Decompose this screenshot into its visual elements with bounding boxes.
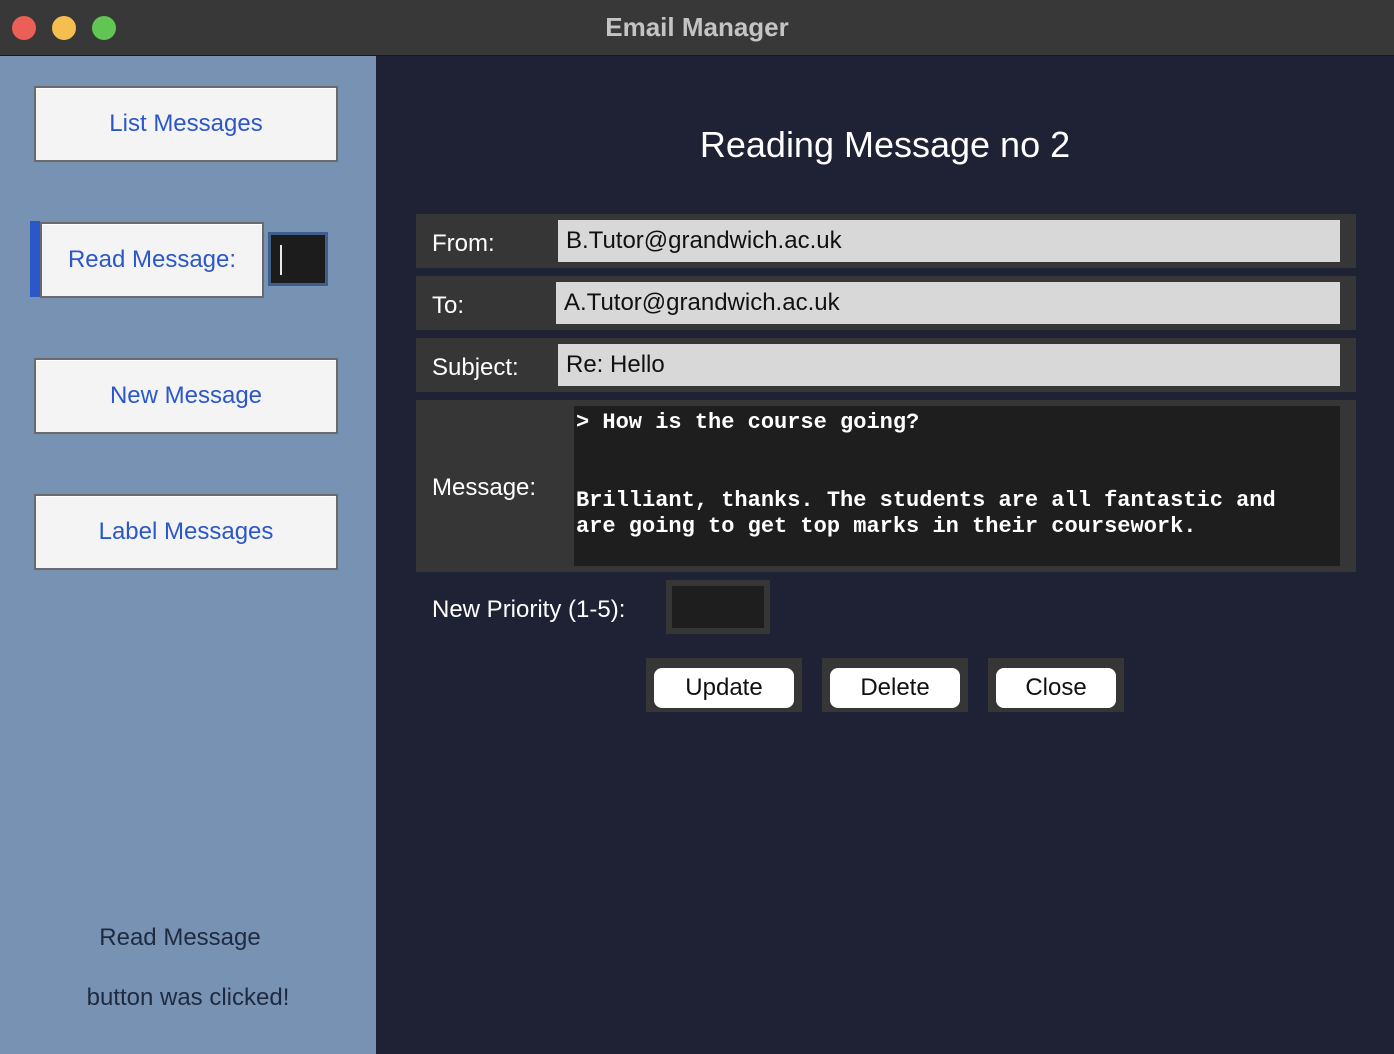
from-row: From: B.Tutor@grandwich.ac.uk	[416, 214, 1356, 268]
focus-indicator	[30, 221, 40, 297]
status-text-line-2: button was clicked!	[86, 984, 290, 1011]
message-label: Message:	[432, 474, 537, 501]
priority-label: New Priority (1-5):	[432, 596, 626, 623]
sidebar: List Messages Read Message: New Message …	[0, 56, 376, 1054]
label-messages-button[interactable]: Label Messages	[34, 494, 338, 570]
from-label: From:	[432, 230, 495, 257]
from-field[interactable]: B.Tutor@grandwich.ac.uk	[558, 220, 1340, 262]
delete-button[interactable]: Delete	[830, 668, 960, 708]
update-button[interactable]: Update	[654, 668, 794, 708]
message-line: are going to get top marks in their cour…	[576, 514, 1197, 539]
message-body[interactable]: > How is the course going? Brilliant, th…	[574, 406, 1340, 566]
to-label: To:	[432, 292, 465, 319]
message-number-input[interactable]	[268, 232, 328, 286]
update-button-frame: Update	[646, 658, 802, 712]
delete-button-frame: Delete	[822, 658, 968, 712]
title-bar: Email Manager	[0, 0, 1394, 56]
list-messages-button[interactable]: List Messages	[34, 86, 338, 162]
subject-field[interactable]: Re: Hello	[558, 344, 1340, 386]
subject-label: Subject:	[432, 354, 519, 381]
message-row: Message: > How is the course going? Bril…	[416, 400, 1356, 572]
close-button[interactable]: Close	[996, 668, 1116, 708]
window-title: Email Manager	[605, 12, 789, 42]
subject-row: Subject: Re: Hello	[416, 338, 1356, 392]
email-manager-window: Email Manager List Messages Read Message…	[0, 0, 1394, 1054]
text-cursor	[280, 245, 282, 275]
close-button-frame: Close	[988, 658, 1124, 712]
new-message-button[interactable]: New Message	[34, 358, 338, 434]
page-title: Reading Message no 2	[699, 124, 1071, 165]
read-message-button[interactable]: Read Message:	[40, 222, 264, 298]
status-text-line-1: Read Message	[99, 924, 261, 951]
priority-field-frame	[666, 580, 770, 634]
message-line: Brilliant, thanks. The students are all …	[576, 488, 1276, 513]
to-field[interactable]: A.Tutor@grandwich.ac.uk	[556, 282, 1340, 324]
to-row: To: A.Tutor@grandwich.ac.uk	[416, 276, 1356, 330]
message-line: > How is the course going?	[576, 410, 920, 435]
priority-input[interactable]	[672, 586, 764, 628]
